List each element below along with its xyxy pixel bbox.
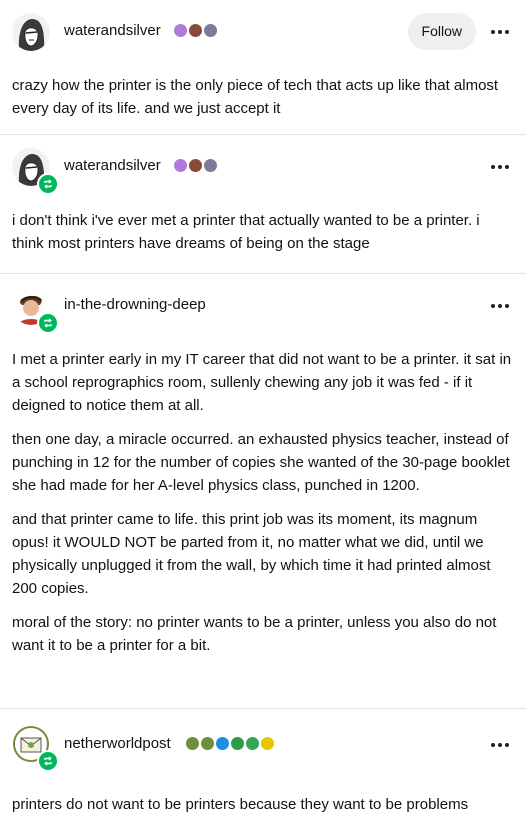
more-options-icon[interactable] <box>488 296 512 316</box>
user-badges <box>174 159 217 172</box>
post-4: netherworldpost printers do not want to … <box>0 709 526 828</box>
more-options-icon[interactable] <box>488 22 512 42</box>
purple-face-badge-icon <box>174 159 187 172</box>
user-badges <box>186 737 274 750</box>
post-text: i don't think i've ever met a printer th… <box>12 212 480 252</box>
post-2: waterandsilver i don't think i've ever m… <box>0 135 526 274</box>
more-options-icon[interactable] <box>488 735 512 755</box>
yellow-check-badge-icon <box>261 737 274 750</box>
post-body: crazy how the printer is the only piece … <box>0 64 526 136</box>
green-frog-badge-icon <box>201 737 214 750</box>
post-paragraph: I met a printer early in my IT career th… <box>12 351 512 414</box>
brown-face-badge-icon <box>189 24 202 37</box>
post-header: waterandsilver <box>0 135 526 199</box>
post-1: waterandsilver Follow crazy how the prin… <box>0 0 526 135</box>
follow-button[interactable]: Follow <box>407 13 476 50</box>
post-paragraph: and that printer came to life. this prin… <box>12 511 491 597</box>
reblog-icon <box>37 312 59 334</box>
user-badges <box>174 24 217 37</box>
username[interactable]: in-the-drowning-deep <box>64 296 206 313</box>
post-header: netherworldpost <box>0 709 526 779</box>
post-body: I met a printer early in my IT career th… <box>0 338 526 673</box>
reblog-icon <box>37 173 59 195</box>
avatar[interactable] <box>12 13 50 51</box>
username[interactable]: netherworldpost <box>64 735 171 752</box>
post-body: i don't think i've ever met a printer th… <box>0 199 526 271</box>
blue-check-badge-icon <box>216 737 229 750</box>
username[interactable]: waterandsilver <box>64 157 161 174</box>
brown-face-badge-icon <box>189 159 202 172</box>
green-check-badge-icon <box>231 737 244 750</box>
post-paragraph: then one day, a miracle occurred. an exh… <box>12 431 510 494</box>
post-header: waterandsilver Follow <box>0 0 526 64</box>
gray-face-badge-icon <box>204 159 217 172</box>
green-frog-badge-icon <box>186 737 199 750</box>
reblog-icon <box>37 750 59 772</box>
gray-face-badge-icon <box>204 24 217 37</box>
green-check-badge-icon <box>246 737 259 750</box>
username[interactable]: waterandsilver <box>64 22 161 39</box>
post-header: in-the-drowning-deep <box>0 274 526 338</box>
post-text: printers do not want to be printers beca… <box>12 796 469 813</box>
post-paragraph: moral of the story: no printer wants to … <box>12 614 497 654</box>
post-text: crazy how the printer is the only piece … <box>12 77 499 117</box>
more-options-icon[interactable] <box>488 157 512 177</box>
purple-face-badge-icon <box>174 24 187 37</box>
post-body: printers do not want to be printers beca… <box>0 779 526 832</box>
avatar-image <box>12 13 50 51</box>
post-3: in-the-drowning-deep I met a printer ear… <box>0 274 526 709</box>
